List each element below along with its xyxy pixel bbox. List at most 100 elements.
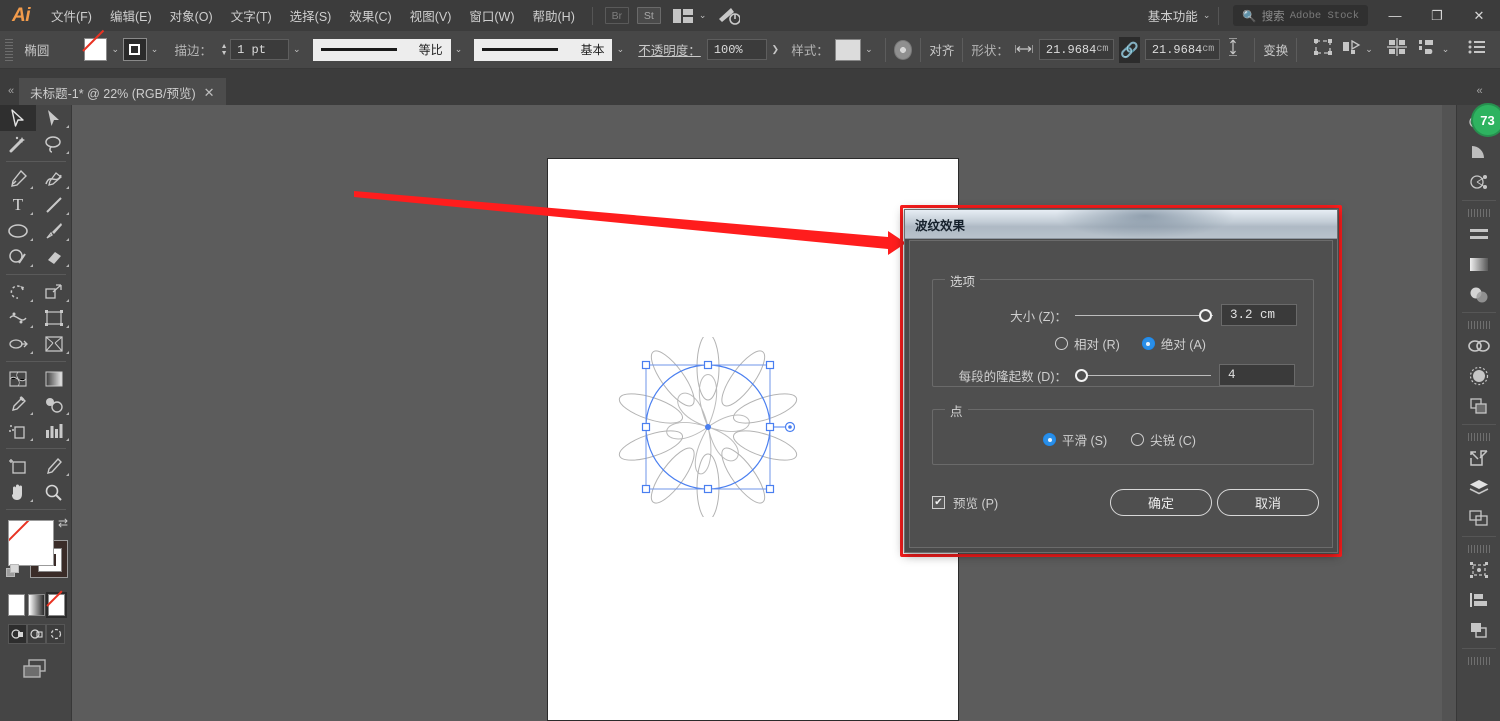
size-slider-knob[interactable] [1199,308,1212,322]
window-close-button[interactable]: ✕ [1458,0,1500,31]
pen-tool[interactable] [0,166,36,192]
options-bar-grip[interactable] [5,38,14,61]
stroke-weight-input[interactable]: 1 pt [230,39,289,60]
hand-tool[interactable] [0,479,36,505]
rocket-power-icon[interactable] [718,6,742,26]
layers-stack-icon[interactable] [1461,391,1497,421]
stroke-weight-stepper[interactable]: ▲ ▼ [218,38,230,61]
symbol-sprayer-tool[interactable] [0,418,36,444]
dock-group-grip-5[interactable] [1467,657,1490,665]
none-mode-button[interactable] [46,592,67,618]
document-setup-icon[interactable] [1417,38,1437,61]
size-slider[interactable] [1075,308,1213,322]
default-fill-stroke-icon[interactable] [6,564,22,580]
arrange-documents-icon[interactable] [672,8,693,23]
draw-normal-button[interactable] [8,624,27,644]
select-similar-chevron-down-icon[interactable]: ⌄ [1361,38,1377,61]
close-icon[interactable]: ✕ [204,85,215,101]
size-input[interactable]: 3.2 cm [1221,304,1297,326]
dock-group-grip-2[interactable] [1467,321,1490,329]
opacity-expand-icon[interactable]: ❯ [767,38,783,61]
align-button[interactable]: 对齐 [929,40,954,59]
cancel-button[interactable]: 取消 [1217,489,1319,516]
window-restore-button[interactable]: ❐ [1416,0,1458,31]
document-setup-chevron-down-icon[interactable]: ⌄ [1437,38,1454,61]
stroke-color-swatch[interactable] [123,38,147,61]
menu-type[interactable]: 文字(T) [222,0,281,31]
chevron-down-icon[interactable]: ⌄ [699,10,707,21]
stroke-chevron-down-icon[interactable]: ⌄ [147,38,163,61]
gradient-wedge-icon[interactable] [1461,137,1497,167]
stroke-weight-chevron-down-icon[interactable]: ⌄ [289,38,305,61]
eraser-tool[interactable] [36,244,72,270]
dock-group-grip-4[interactable] [1467,545,1490,553]
constrain-proportions-toggle[interactable]: 🔗 [1119,36,1140,63]
line-segment-tool[interactable] [36,192,72,218]
document-tab[interactable]: 未标题-1* @ 22% (RGB/预览) ✕ [19,78,226,105]
zoom-tool[interactable] [36,479,72,505]
menu-window[interactable]: 窗口(W) [460,0,523,31]
select-similar-icon[interactable] [1341,38,1361,61]
search-adobe-stock-input[interactable]: 🔍 搜索 Adobe Stock [1233,5,1368,26]
fill-color-swatch[interactable] [83,38,108,61]
width-tool[interactable] [0,305,36,331]
draw-inside-button[interactable] [46,624,65,644]
opacity-input[interactable]: 100% [706,39,768,60]
selection-tool[interactable] [0,105,36,131]
gradient-panel-icon[interactable] [1461,249,1497,279]
preview-checkbox-row[interactable]: ✔ 预览 (P) [932,493,998,512]
pathfinder-icon[interactable] [1461,615,1497,645]
mesh-tool[interactable] [0,366,36,392]
workspace-chevron-down-icon[interactable]: ⌄ [1203,10,1211,21]
ridges-slider-knob[interactable] [1075,368,1088,382]
menu-effect[interactable]: 效果(C) [340,0,400,31]
workspace-selector-label[interactable]: 基本功能 [1148,6,1203,25]
artboard-tool[interactable] [0,453,36,479]
menu-help[interactable]: 帮助(H) [524,0,584,31]
panel-menu-icon[interactable] [1468,40,1486,59]
color-mode-button[interactable] [8,594,25,616]
curvature-tool[interactable] [36,166,72,192]
fill-indicator-swatch[interactable] [8,520,54,566]
dialog-title-bar[interactable]: 波纹效果 [905,210,1337,239]
cc-notification-badge[interactable]: 73 [1470,103,1500,137]
absolute-radio[interactable]: 绝对 (A) [1141,334,1206,353]
color-guide-icon[interactable]: 73 [1461,103,1500,137]
creative-cloud-icon[interactable] [1461,331,1497,361]
shaper-tool[interactable] [0,244,36,270]
brush-definition-select[interactable]: 基本 [474,38,613,61]
stock-icon[interactable]: St [636,7,661,24]
collapse-dock-icon[interactable]: « [0,85,19,105]
dock-group-grip-3[interactable] [1467,433,1490,441]
column-graph-tool[interactable] [36,418,72,444]
transform-icon[interactable] [1461,555,1497,585]
window-minimize-button[interactable]: — [1374,0,1416,31]
blend-tool[interactable] [36,392,72,418]
type-tool[interactable]: T [0,192,36,218]
recolor-artwork-icon[interactable] [893,39,913,60]
shape-node-icon[interactable] [1461,167,1497,197]
menu-object[interactable]: 对象(O) [161,0,222,31]
menu-select[interactable]: 选择(S) [281,0,341,31]
transparency-icon[interactable] [1461,279,1497,309]
expand-panels-icon[interactable]: « [1468,85,1487,105]
rotate-tool[interactable] [0,279,36,305]
ridges-slider[interactable] [1075,368,1211,382]
isolate-selection-icon[interactable] [1313,38,1333,61]
relative-radio[interactable]: 相对 (R) [1055,334,1120,353]
ok-button[interactable]: 确定 [1110,489,1212,516]
swap-fill-stroke-icon[interactable]: ⇄ [58,516,68,530]
scale-tool[interactable] [36,279,72,305]
export-icon[interactable] [1461,443,1497,473]
symbols-icon[interactable] [1461,361,1497,391]
change-screen-mode-button[interactable] [0,644,71,680]
draw-behind-button[interactable] [27,624,46,644]
gradient-mode-button[interactable] [28,594,45,616]
align-panel-icon[interactable] [1461,585,1497,615]
shape-builder-tool[interactable] [0,331,36,357]
graphic-style-swatch[interactable] [834,38,861,61]
fill-chevron-down-icon[interactable]: ⌄ [107,38,123,61]
style-chevron-down-icon[interactable]: ⌄ [861,38,877,61]
magic-wand-tool[interactable] [0,131,36,157]
align-objects-icon[interactable] [1387,38,1407,61]
